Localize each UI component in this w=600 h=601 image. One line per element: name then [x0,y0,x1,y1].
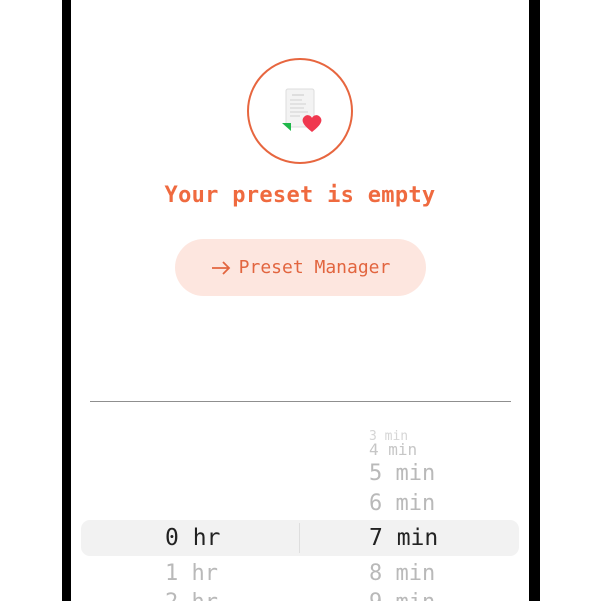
preset-manager-label: Preset Manager [238,257,391,278]
device-bezel-left [62,0,71,601]
preset-manager-button[interactable]: Preset Manager [175,239,426,296]
empty-state-badge [247,58,353,164]
minute-option[interactable]: 5 min [369,463,435,485]
device-bezel-right [529,0,540,601]
minute-option[interactable]: 8 min [369,563,435,585]
divider [90,401,511,402]
app-screen: Your preset is empty Preset Manager 0 hr… [71,0,529,601]
duration-picker[interactable]: 0 hr 1 hr 2 hr 3 min 4 min 5 min 6 min 7… [71,420,529,601]
hour-option[interactable]: 1 hr [165,563,218,585]
hour-option[interactable]: 2 hr [165,592,218,601]
picker-selection-band [81,520,519,556]
empty-state-title: Your preset is empty [164,183,436,208]
picker-column-separator [299,523,300,553]
minute-option[interactable]: 4 min [369,442,417,458]
minute-option-selected[interactable]: 7 min [369,527,438,550]
arrow-right-icon [211,260,230,275]
hour-option-selected[interactable]: 0 hr [165,527,220,550]
minute-option[interactable]: 9 min [369,592,435,601]
minute-option[interactable]: 6 min [369,493,435,515]
document-heart-icon [282,88,322,132]
